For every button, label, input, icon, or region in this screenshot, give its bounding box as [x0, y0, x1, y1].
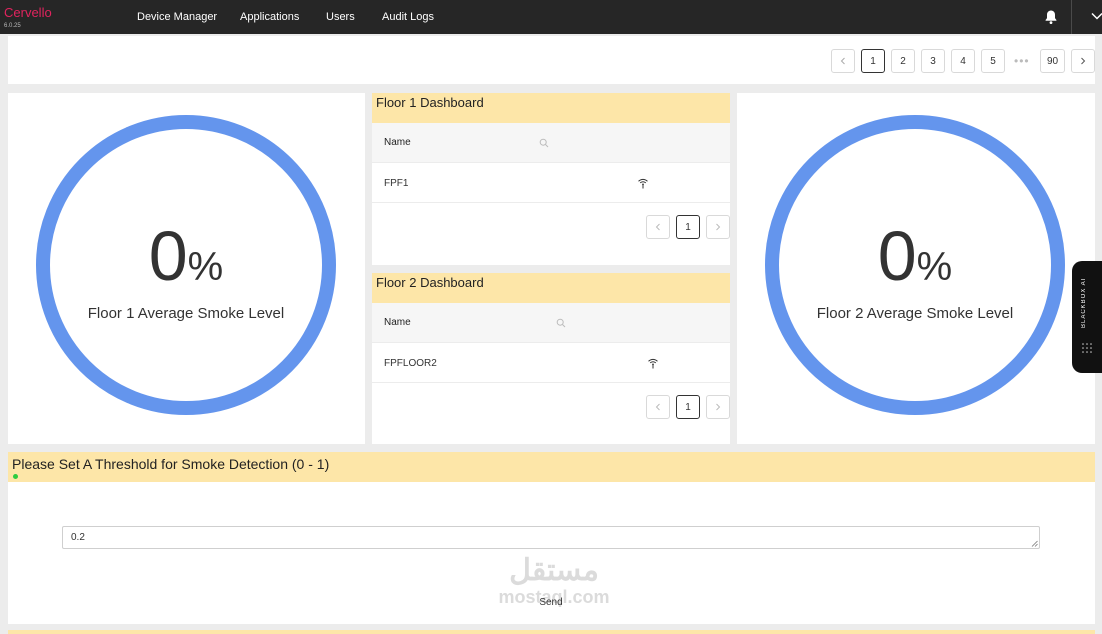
gauge-unit: % [916, 245, 953, 289]
gauge-unit: % [187, 245, 224, 289]
table-row[interactable]: FPFLOOR2 [372, 343, 730, 383]
column-name-header: Name [384, 137, 411, 148]
floor-dashboards-panel: Floor 1 Dashboard Name FPF1 1 Floor 2 Da… [372, 93, 730, 444]
pagination-bar: 1 2 3 4 5 ••• 90 [8, 36, 1095, 84]
floor1-next-page[interactable] [706, 215, 730, 239]
gauge-value: 0% [765, 221, 1065, 302]
page-button-3[interactable]: 3 [921, 49, 945, 73]
send-button[interactable]: Send [532, 594, 570, 610]
chevron-left-icon [655, 223, 660, 231]
floor1-table-header: Name [372, 123, 730, 163]
resize-handle-icon[interactable] [1031, 540, 1038, 547]
chevron-right-icon [1081, 57, 1086, 65]
floor1-gauge: 0% Floor 1 Average Smoke Level [36, 115, 336, 415]
chevron-right-icon [716, 223, 721, 231]
floor2-prev-page[interactable] [646, 395, 670, 419]
floor2-page-1[interactable]: 1 [676, 395, 700, 419]
gauge-label: Floor 1 Average Smoke Level [87, 305, 285, 322]
floor2-gauge: 0% Floor 2 Average Smoke Level [765, 115, 1065, 415]
floor2-dashboard-title: Floor 2 Dashboard [372, 273, 730, 303]
threshold-input-value: 0.2 [71, 532, 85, 543]
threshold-body: 0.2 مستقل mostaql.com Send [8, 482, 1095, 624]
gauge-label: Floor 2 Average Smoke Level [816, 305, 1014, 322]
chevron-right-icon [716, 403, 721, 411]
pagination-ellipsis[interactable]: ••• [1014, 54, 1030, 68]
search-icon[interactable] [556, 318, 566, 328]
threshold-header: Please Set A Threshold for Smoke Detecti… [8, 452, 1095, 482]
page-button-5[interactable]: 5 [981, 49, 1005, 73]
page-button-1[interactable]: 1 [861, 49, 885, 73]
wifi-signal-icon [648, 358, 658, 369]
dots-grid-icon [1082, 343, 1092, 353]
floor2-next-page[interactable] [706, 395, 730, 419]
wifi-signal-icon [638, 178, 648, 189]
floor1-dashboard-title: Floor 1 Dashboard [372, 93, 730, 123]
column-name-header: Name [384, 317, 411, 328]
next-page-button[interactable] [1071, 49, 1095, 73]
prev-page-button[interactable] [831, 49, 855, 73]
gauge-number: 0 [877, 217, 917, 295]
gauge-value: 0% [36, 221, 336, 302]
watermark-arabic: مستقل [509, 554, 599, 587]
nav-users[interactable]: Users [326, 11, 355, 24]
status-indicator-dot [13, 474, 18, 479]
app-version: 6.0.25 [4, 23, 21, 29]
device-name: FPF1 [384, 178, 409, 189]
brand-logo[interactable]: Cervello [4, 6, 52, 20]
widget-label: BLACKBOX AI [1081, 277, 1087, 329]
page-button-last[interactable]: 90 [1040, 49, 1065, 73]
threshold-title: Please Set A Threshold for Smoke Detecti… [12, 456, 330, 472]
nav-divider [1071, 0, 1072, 34]
table-row[interactable]: FPF1 [372, 163, 730, 203]
floor2-table-header: Name [372, 303, 730, 343]
blackbox-ai-widget[interactable]: BLACKBOX AI [1072, 261, 1102, 373]
chevron-left-icon [655, 403, 660, 411]
page-button-2[interactable]: 2 [891, 49, 915, 73]
next-section-header [8, 630, 1095, 634]
floor1-gauge-panel: 0% Floor 1 Average Smoke Level [8, 93, 365, 444]
search-icon[interactable] [539, 138, 549, 148]
nav-applications[interactable]: Applications [240, 11, 299, 24]
nav-device-manager[interactable]: Device Manager [137, 11, 217, 24]
floor2-gauge-panel: 0% Floor 2 Average Smoke Level [737, 93, 1095, 444]
gauge-number: 0 [148, 217, 188, 295]
top-nav-bar: Cervello 6.0.25 Device Manager Applicati… [0, 0, 1102, 34]
chevron-left-icon [840, 57, 845, 65]
floor1-page-1[interactable]: 1 [676, 215, 700, 239]
threshold-input[interactable]: 0.2 [62, 526, 1040, 549]
floor1-prev-page[interactable] [646, 215, 670, 239]
chevron-down-icon[interactable] [1090, 9, 1102, 23]
page-button-4[interactable]: 4 [951, 49, 975, 73]
panel-gap [372, 265, 730, 273]
bell-icon[interactable] [1043, 9, 1059, 25]
nav-audit-logs[interactable]: Audit Logs [382, 11, 434, 24]
device-name: FPFLOOR2 [384, 358, 437, 369]
